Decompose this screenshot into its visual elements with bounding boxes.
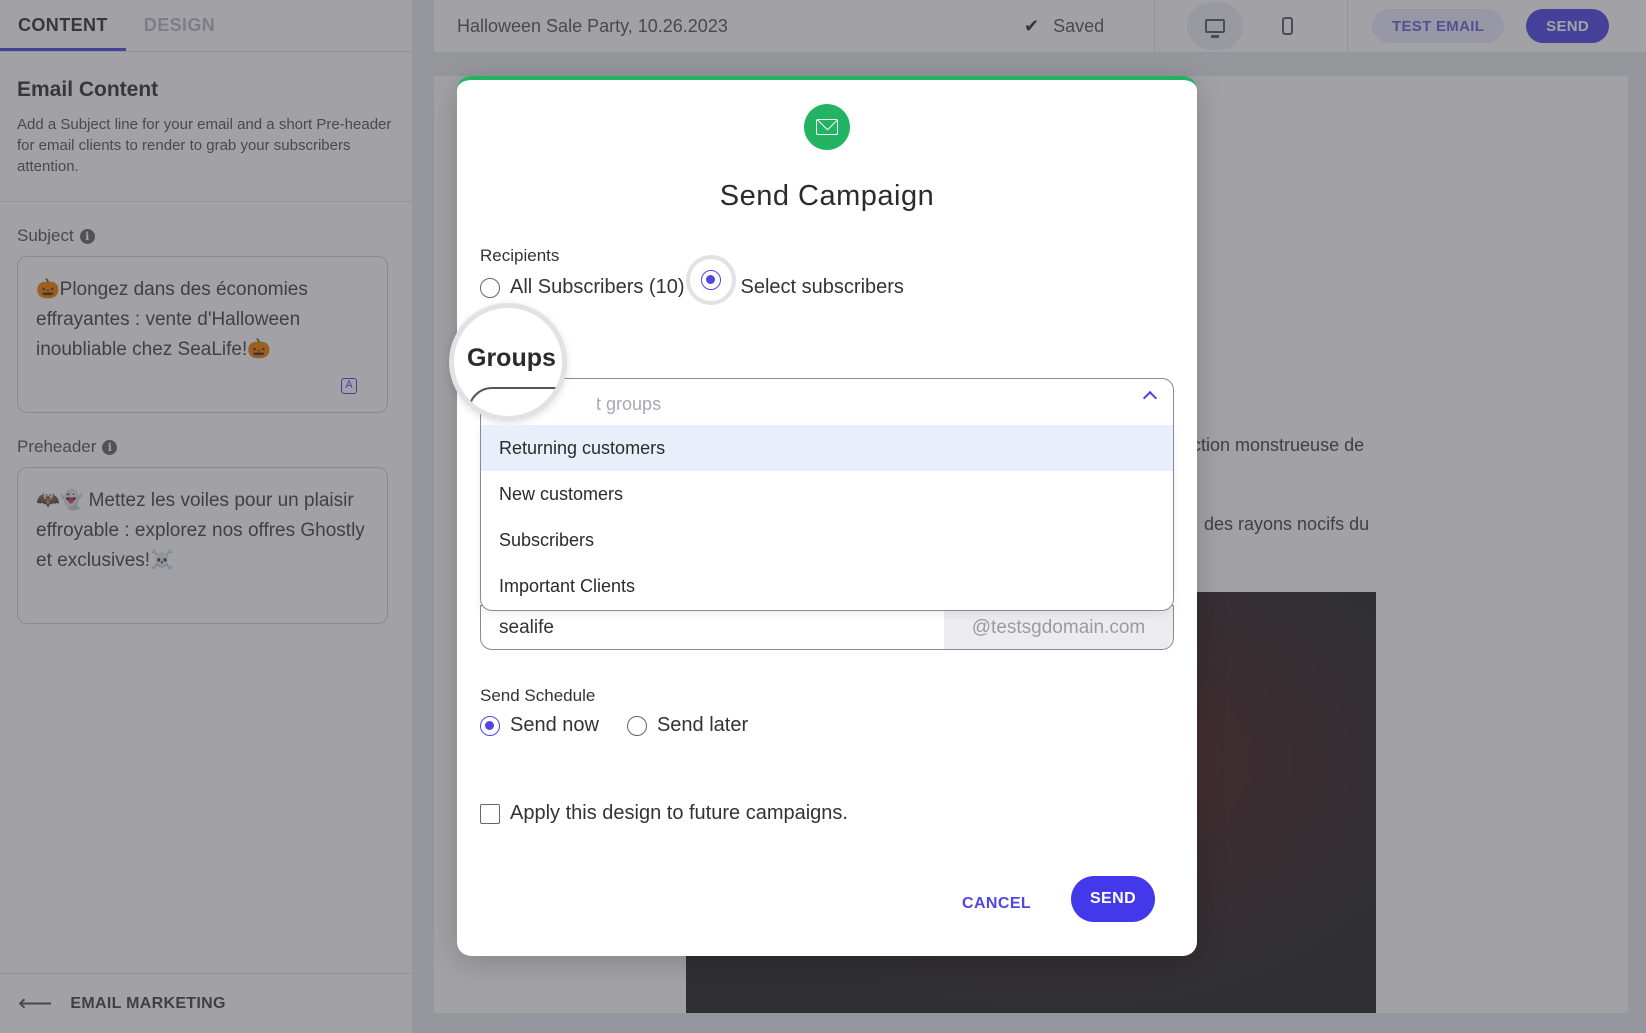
schedule-radio-group: Send now Send later: [480, 714, 748, 737]
schedule-label: Send Schedule: [480, 686, 596, 705]
groups-placeholder: Select groups: [551, 394, 662, 414]
modal-title: Send Campaign: [719, 180, 935, 212]
envelope-icon: [804, 104, 850, 150]
radio-select-subscribers[interactable]: [686, 255, 736, 305]
groups-label: Groups: [467, 344, 556, 372]
send-button[interactable]: SEND: [1071, 876, 1155, 922]
apply-design-label: Apply this design to future campaigns.: [510, 802, 848, 824]
chevron-up-icon[interactable]: [1142, 390, 1158, 406]
sender-input[interactable]: sealife: [481, 606, 944, 649]
magnified-select-edge: [468, 387, 562, 416]
sender-domain: @testsgdomain.com: [944, 606, 1173, 649]
groups-select[interactable]: Select groups: [480, 378, 1174, 425]
radio-all-subscribers[interactable]: [480, 277, 500, 298]
group-option[interactable]: New customers: [481, 471, 1173, 517]
select-subscribers-label: Select subscribers: [740, 276, 904, 298]
radio-send-now[interactable]: [480, 715, 500, 736]
send-now-label: Send now: [510, 714, 599, 736]
cancel-button[interactable]: CANCEL: [962, 895, 1031, 913]
apply-design-option: Apply this design to future campaigns.: [480, 802, 848, 825]
apply-design-checkbox[interactable]: [480, 803, 500, 824]
all-subscribers-label: All Subscribers (10): [510, 276, 685, 298]
group-option[interactable]: Returning customers: [481, 425, 1173, 471]
groups-dropdown: Returning customers New customers Subscr…: [480, 425, 1174, 611]
radio-send-later[interactable]: [626, 715, 647, 736]
group-option[interactable]: Important Clients: [481, 563, 1173, 609]
groups-magnifier-callout: Groups: [449, 303, 567, 421]
group-option[interactable]: Subscribers: [481, 517, 1173, 563]
send-later-label: Send later: [656, 714, 749, 736]
recipients-label: Recipients: [480, 246, 560, 265]
radio-select-subscribers-dot: [701, 270, 721, 290]
send-campaign-modal: Send Campaign Recipients All Subscribers…: [457, 76, 1197, 956]
sender-email-field: sealife @testsgdomain.com: [480, 605, 1174, 650]
